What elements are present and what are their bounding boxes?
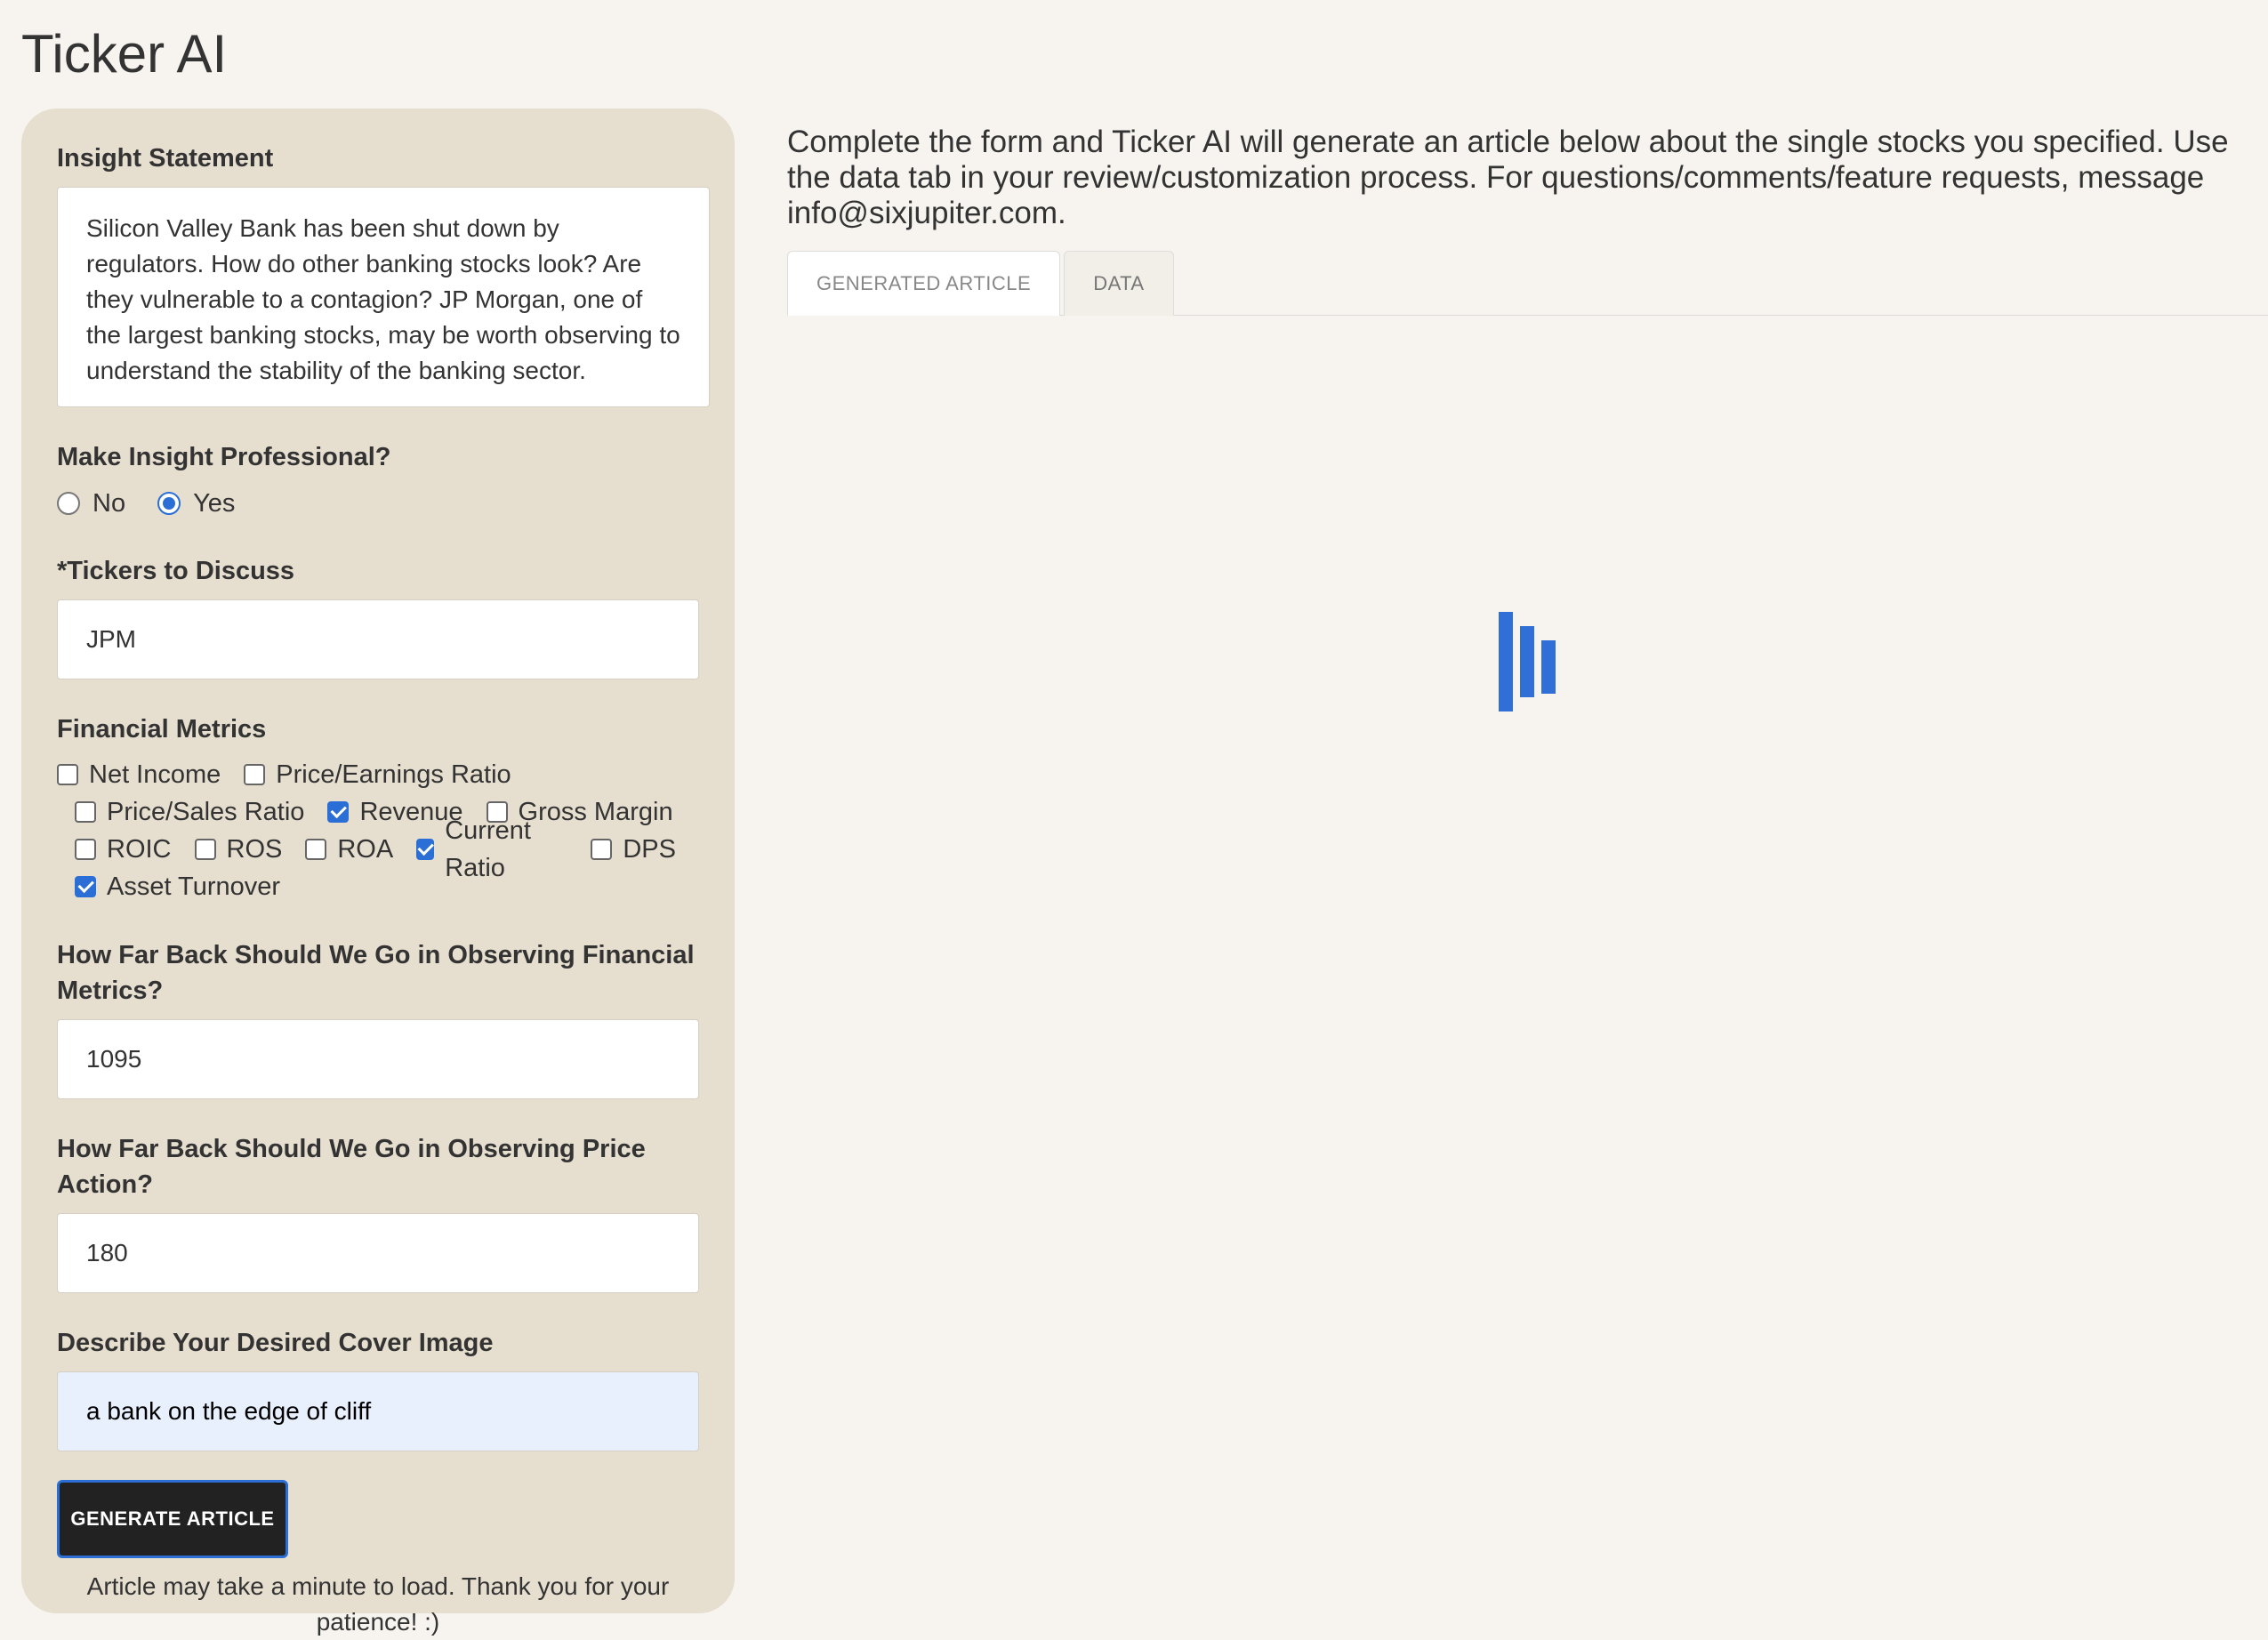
metrics-checkbox-group: Net Income Price/Earnings Ratio Price/Sa… (57, 756, 699, 905)
metrics-back-input[interactable]: 1095 (57, 1019, 699, 1099)
loader-bar (1520, 626, 1534, 697)
generate-article-button[interactable]: GENERATE ARTICLE (57, 1480, 288, 1558)
metric-label: Current Ratio (445, 816, 531, 882)
professional-label: Make Insight Professional? (57, 443, 391, 471)
radio-no[interactable] (57, 492, 80, 515)
metric-label: ROA (337, 835, 394, 864)
metrics-label: Financial Metrics (57, 715, 267, 744)
price-back-input[interactable]: 180 (57, 1213, 699, 1293)
professional-option-no[interactable]: No (57, 489, 125, 519)
checkbox-dps[interactable] (591, 839, 613, 860)
app-title: Ticker AI (21, 24, 228, 84)
price-back-label: How Far Back Should We Go in Observing P… (57, 1135, 646, 1199)
checkbox-ros[interactable] (194, 839, 216, 860)
metric-label: Net Income (89, 760, 221, 789)
professional-radio-group: No Yes (57, 486, 699, 521)
loader-bar (1499, 612, 1513, 711)
metric-roic[interactable]: ROIC (75, 831, 172, 868)
tab-data[interactable]: DATA (1064, 251, 1174, 316)
checkbox-revenue[interactable] (327, 801, 350, 823)
loading-bars-icon (1499, 612, 1556, 711)
form-panel: Insight Statement Silicon Valley Bank ha… (21, 109, 735, 1636)
loader-bar (1541, 640, 1556, 694)
professional-option-yes[interactable]: Yes (157, 489, 235, 519)
tickers-input[interactable]: JPM (57, 599, 699, 679)
metric-label: Price/Earnings Ratio (276, 760, 511, 789)
checkbox-roa[interactable] (305, 839, 327, 860)
metric-label: DPS (623, 835, 676, 864)
metric-roa[interactable]: ROA (305, 831, 393, 868)
metric-label: Asset Turnover (107, 872, 281, 901)
load-note: Article may take a minute to load. Thank… (86, 1572, 670, 1636)
metric-ps-ratio[interactable]: Price/Sales Ratio (75, 793, 304, 831)
tickers-label: *Tickers to Discuss (57, 557, 295, 585)
tab-generated-article[interactable]: GENERATED ARTICLE (787, 251, 1061, 316)
metric-label: ROS (226, 835, 283, 864)
checkbox-current-ratio[interactable] (416, 839, 435, 860)
metric-label: ROIC (107, 835, 172, 864)
checkbox-net-income[interactable] (57, 764, 78, 785)
checkbox-pe-ratio[interactable] (244, 764, 266, 785)
cover-image-input[interactable]: a bank on the edge of cliff (57, 1371, 699, 1451)
checkbox-roic[interactable] (75, 839, 96, 860)
tab-bar: GENERATED ARTICLE DATA (787, 251, 2268, 316)
metric-asset-turnover[interactable]: Asset Turnover (75, 868, 280, 905)
radio-yes[interactable] (157, 492, 181, 515)
insight-textarea[interactable]: Silicon Valley Bank has been shut down b… (57, 187, 710, 407)
metric-label: Price/Sales Ratio (107, 798, 305, 826)
metric-net-income[interactable]: Net Income (57, 756, 221, 793)
radio-yes-label: Yes (193, 488, 236, 518)
metrics-back-label: How Far Back Should We Go in Observing F… (57, 941, 695, 1005)
checkbox-asset-turnover[interactable] (75, 876, 96, 897)
metric-current-ratio[interactable]: Current Ratio (416, 812, 567, 887)
radio-no-label: No (92, 488, 126, 518)
intro-text: Complete the form and Ticker AI will gen… (787, 125, 2229, 230)
insight-label: Insight Statement (57, 144, 274, 173)
metric-ros[interactable]: ROS (194, 831, 283, 868)
metric-dps[interactable]: DPS (591, 831, 676, 868)
cover-image-label: Describe Your Desired Cover Image (57, 1329, 494, 1357)
checkbox-ps-ratio[interactable] (75, 801, 96, 823)
metric-pe-ratio[interactable]: Price/Earnings Ratio (244, 756, 511, 793)
